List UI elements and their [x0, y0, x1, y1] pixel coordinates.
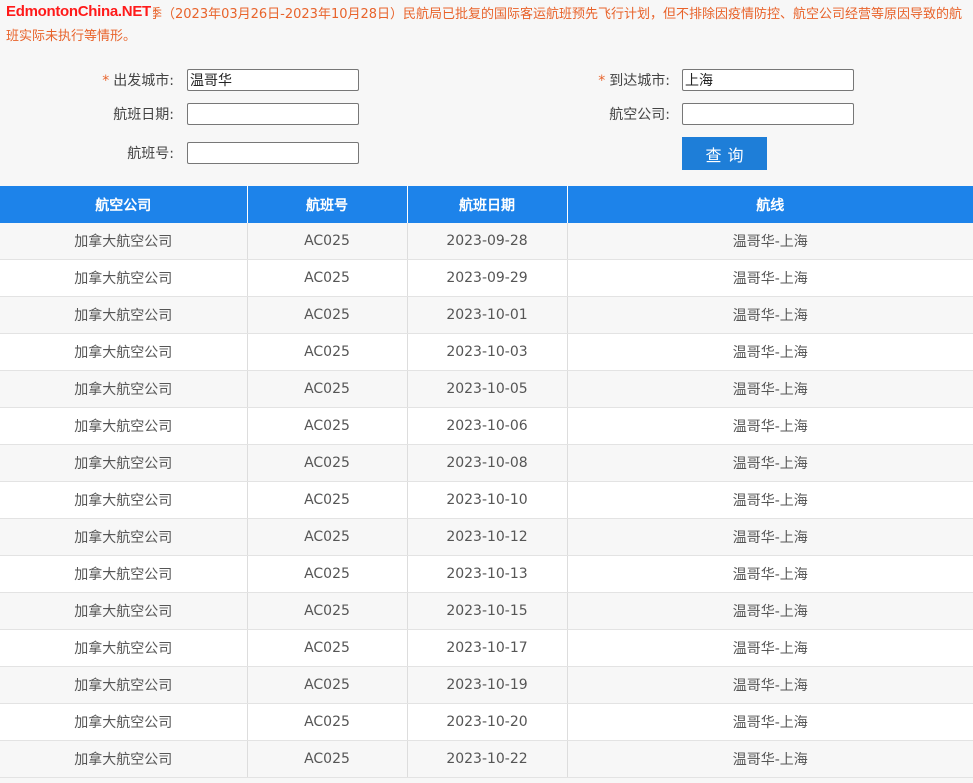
table-row: 加拿大航空公司 AC025 2023-10-06 温哥华-上海 [0, 407, 973, 445]
departure-city-input[interactable] [187, 69, 359, 91]
required-mark: * [102, 73, 110, 89]
column-header-flight-date: 航班日期 [407, 186, 568, 223]
table-row: 加拿大航空公司 AC025 2023-10-03 温哥华-上海 [0, 333, 973, 371]
cell-route: 温哥华-上海 [567, 555, 973, 593]
cell-flight-number: AC025 [247, 407, 408, 445]
arrival-city-input[interactable] [682, 69, 854, 91]
table-row: 加拿大航空公司 AC025 2023-10-13 温哥华-上海 [0, 555, 973, 593]
cell-route: 温哥华-上海 [567, 223, 973, 260]
flight-results-table: 航空公司 航班号 航班日期 航线 加拿大航空公司 AC025 2023-09-28 温哥华-… [0, 186, 973, 778]
airline-label: 航空公司: [609, 107, 670, 123]
cell-route: 温哥华-上海 [567, 592, 973, 630]
cell-flight-date: 2023-10-03 [407, 333, 568, 371]
cell-route: 温哥华-上海 [567, 629, 973, 667]
cell-airline: 加拿大航空公司 [0, 223, 248, 260]
cell-flight-date: 2023-10-17 [407, 629, 568, 667]
cell-route: 温哥华-上海 [567, 703, 973, 741]
required-mark: * [598, 73, 606, 89]
table-row: 加拿大航空公司 AC025 2023-10-05 温哥华-上海 [0, 370, 973, 408]
arrival-label: * 到达城市: [510, 69, 670, 93]
cell-route: 温哥华-上海 [567, 370, 973, 408]
cell-route: 温哥华-上海 [567, 740, 973, 778]
column-header-flight-number: 航班号 [247, 186, 408, 223]
table-row: 加拿大航空公司 AC025 2023-10-08 温哥华-上海 [0, 444, 973, 482]
cell-airline: 加拿大航空公司 [0, 370, 248, 408]
table-row: 加拿大航空公司 AC025 2023-10-20 温哥华-上海 [0, 703, 973, 741]
cell-route: 温哥华-上海 [567, 444, 973, 482]
cell-route: 温哥华-上海 [567, 407, 973, 445]
cell-flight-date: 2023-10-06 [407, 407, 568, 445]
departure-label: * 出发城市: [14, 69, 174, 93]
cell-route: 温哥华-上海 [567, 296, 973, 334]
cell-flight-number: AC025 [247, 703, 408, 741]
cell-flight-date: 2023-10-13 [407, 555, 568, 593]
cell-airline: 加拿大航空公司 [0, 259, 248, 297]
cell-flight-date: 2023-10-19 [407, 666, 568, 704]
cell-airline: 加拿大航空公司 [0, 296, 248, 334]
cell-flight-number: AC025 [247, 629, 408, 667]
cell-airline: 加拿大航空公司 [0, 481, 248, 519]
cell-flight-date: 2023-10-20 [407, 703, 568, 741]
cell-route: 温哥华-上海 [567, 666, 973, 704]
cell-flight-date: 2023-09-28 [407, 223, 568, 260]
cell-airline: 加拿大航空公司 [0, 666, 248, 704]
cell-flight-date: 2023-10-10 [407, 481, 568, 519]
query-button[interactable]: 查询 [682, 137, 767, 170]
cell-flight-number: AC025 [247, 740, 408, 778]
table-row: 加拿大航空公司 AC025 2023-10-17 温哥华-上海 [0, 629, 973, 667]
cell-airline: 加拿大航空公司 [0, 444, 248, 482]
cell-route: 温哥华-上海 [567, 333, 973, 371]
cell-flight-date: 2023-10-15 [407, 592, 568, 630]
cell-airline: 加拿大航空公司 [0, 592, 248, 630]
table-row: 加拿大航空公司 AC025 2023-10-01 温哥华-上海 [0, 296, 973, 334]
cell-route: 温哥华-上海 [567, 259, 973, 297]
cell-flight-number: AC025 [247, 481, 408, 519]
cell-flight-number: AC025 [247, 666, 408, 704]
cell-flight-number: AC025 [247, 555, 408, 593]
table-row: 加拿大航空公司 AC025 2023-10-10 温哥华-上海 [0, 481, 973, 519]
table-row: 加拿大航空公司 AC025 2023-09-28 温哥华-上海 [0, 223, 973, 260]
table-row: 加拿大航空公司 AC025 2023-10-15 温哥华-上海 [0, 592, 973, 630]
site-watermark: EdmontonChina.NET [4, 3, 153, 20]
flight-number-label: 航班号: [127, 146, 174, 162]
cell-flight-number: AC025 [247, 333, 408, 371]
table-row: 加拿大航空公司 AC025 2023-10-22 温哥华-上海 [0, 740, 973, 778]
flight-date-label: 航班日期: [113, 107, 174, 123]
column-header-route: 航线 [567, 186, 973, 223]
cell-airline: 加拿大航空公司 [0, 518, 248, 556]
cell-flight-date: 2023-10-05 [407, 370, 568, 408]
cell-flight-date: 2023-10-01 [407, 296, 568, 334]
cell-airline: 加拿大航空公司 [0, 333, 248, 371]
cell-flight-number: AC025 [247, 518, 408, 556]
airline-input[interactable] [682, 103, 854, 125]
arrival-label-text: 到达城市: [609, 73, 670, 89]
departure-label-text: 出发城市: [113, 73, 174, 89]
table-row: 加拿大航空公司 AC025 2023-10-12 温哥华-上海 [0, 518, 973, 556]
cell-flight-date: 2023-09-29 [407, 259, 568, 297]
cell-route: 温哥华-上海 [567, 481, 973, 519]
cell-airline: 加拿大航空公司 [0, 629, 248, 667]
table-header-row: 航空公司 航班号 航班日期 航线 [0, 186, 973, 223]
cell-flight-date: 2023-10-22 [407, 740, 568, 778]
table-body: 加拿大航空公司 AC025 2023-09-28 温哥华-上海 加拿大航空公司 AC025… [0, 223, 973, 778]
cell-airline: 加拿大航空公司 [0, 555, 248, 593]
cell-flight-number: AC025 [247, 444, 408, 482]
table-row: 加拿大航空公司 AC025 2023-09-29 温哥华-上海 [0, 259, 973, 297]
cell-airline: 加拿大航空公司 [0, 407, 248, 445]
cell-flight-number: AC025 [247, 370, 408, 408]
cell-flight-number: AC025 [247, 259, 408, 297]
cell-airline: 加拿大航空公司 [0, 740, 248, 778]
table-row: 加拿大航空公司 AC025 2023-10-19 温哥华-上海 [0, 666, 973, 704]
flight-number-input[interactable] [187, 142, 359, 164]
cell-airline: 加拿大航空公司 [0, 703, 248, 741]
flight-date-input[interactable] [187, 103, 359, 125]
cell-flight-number: AC025 [247, 223, 408, 260]
cell-flight-number: AC025 [247, 296, 408, 334]
cell-flight-number: AC025 [247, 592, 408, 630]
cell-flight-date: 2023-10-12 [407, 518, 568, 556]
column-header-airline: 航空公司 [0, 186, 248, 223]
cell-route: 温哥华-上海 [567, 518, 973, 556]
cell-flight-date: 2023-10-08 [407, 444, 568, 482]
